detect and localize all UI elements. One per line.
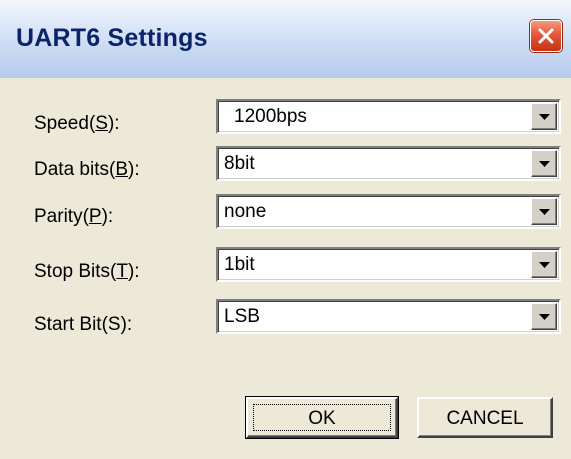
speed-dropdown-button[interactable] — [531, 103, 557, 130]
stop-bits-dropdown-button[interactable] — [531, 251, 557, 278]
start-bit-value: LSB — [224, 306, 260, 327]
chevron-down-icon — [539, 314, 550, 320]
chevron-down-icon — [539, 161, 550, 167]
start-bit-label: Start Bit(S): — [34, 314, 133, 335]
close-button[interactable] — [530, 20, 562, 52]
chevron-down-icon — [539, 262, 550, 268]
close-icon — [538, 28, 554, 44]
speed-label: Speed(S): — [34, 113, 120, 134]
stop-bits-select[interactable]: 1bit — [216, 247, 561, 282]
data-bits-label: Data bits(B): — [34, 159, 140, 180]
cancel-button[interactable]: CANCEL — [417, 397, 553, 438]
parity-select[interactable]: none — [216, 194, 561, 229]
window-title: UART6 Settings — [16, 24, 208, 52]
start-bit-select[interactable]: LSB — [216, 299, 561, 334]
parity-label: Parity(P): — [34, 206, 114, 227]
chevron-down-icon — [539, 209, 550, 215]
dialog-body: Speed(S): 1200bps Data bits(B): 8bit Par… — [8, 80, 563, 455]
stop-bits-value: 1bit — [224, 254, 255, 275]
data-bits-value: 8bit — [224, 153, 255, 174]
speed-value: 1200bps — [234, 106, 307, 127]
parity-value: none — [224, 201, 267, 222]
start-bit-dropdown-button[interactable] — [531, 303, 557, 330]
parity-dropdown-button[interactable] — [531, 198, 557, 225]
data-bits-select[interactable]: 8bit — [216, 146, 561, 181]
data-bits-dropdown-button[interactable] — [531, 150, 557, 177]
stop-bits-label: Stop Bits(T): — [34, 261, 140, 282]
ok-button-label: OK — [308, 408, 336, 429]
title-bar[interactable]: UART6 Settings — [0, 0, 571, 78]
speed-select[interactable]: 1200bps — [216, 99, 561, 134]
dialog-window: UART6 Settings Speed(S): 1200bps Data bi… — [0, 0, 571, 459]
cancel-button-label: CANCEL — [446, 408, 524, 429]
chevron-down-icon — [539, 114, 550, 120]
ok-button[interactable]: OK — [245, 396, 399, 439]
